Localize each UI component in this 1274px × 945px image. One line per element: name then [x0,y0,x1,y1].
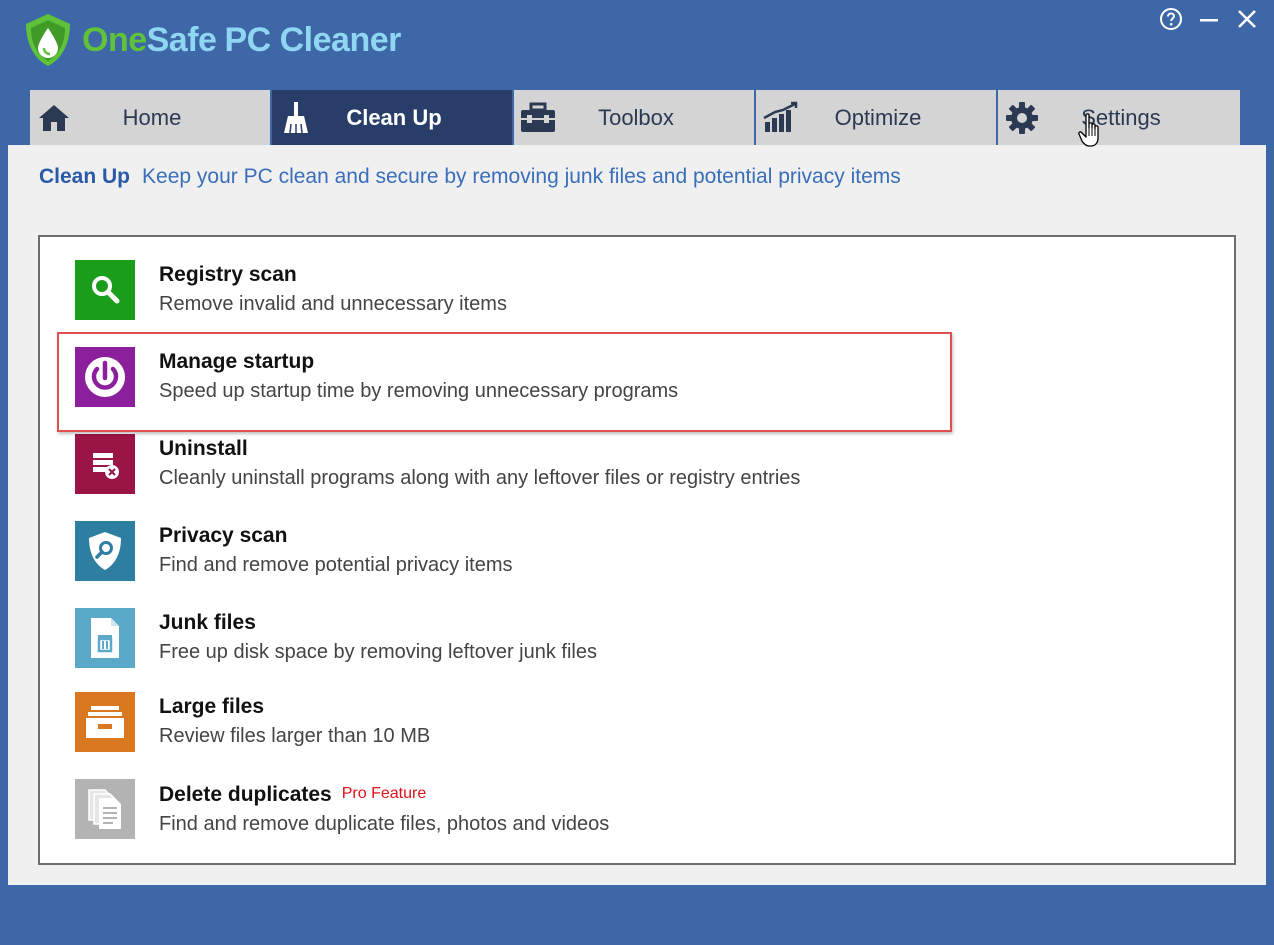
content-area: Clean Up Keep your PC clean and secure by… [8,145,1266,885]
onesafe-logo-icon [26,14,70,66]
list-item-description: Free up disk space by removing leftover … [159,641,597,663]
broom-icon [276,98,316,138]
shield-search-icon [75,521,135,581]
list-item-title: Junk files [159,611,256,634]
list-item-text: Privacy scan Find and remove potential p… [159,522,513,580]
uninstall-icon [75,434,135,494]
list-item-title: Privacy scan [159,524,288,547]
list-item-manage-startup[interactable]: Manage startup Speed up startup time by … [75,342,975,412]
list-item-description: Find and remove potential privacy items [159,554,513,576]
app-title-one: One [82,20,147,59]
list-item-description: Review files larger than 10 MB [159,725,431,747]
hand-cursor-icon [1078,113,1099,147]
cabinet-icon [75,692,135,752]
list-item-title: Large files [159,695,265,718]
page-header: Clean Up Keep your PC clean and secure by… [39,165,901,189]
list-item-title: Uninstall [159,437,248,460]
tab-clean-up-label: Clean Up [346,104,442,130]
app-title: OneSafe PC Cleaner [82,21,401,60]
help-button[interactable] [1158,6,1184,32]
trash-file-icon [75,608,135,668]
home-icon [34,98,74,138]
tab-home[interactable]: Home [30,90,272,145]
minimize-button[interactable] [1196,6,1222,32]
list-item-description: Remove invalid and unnecessary items [159,293,507,315]
minimize-icon [1200,19,1218,22]
chart-bars-icon [760,98,800,138]
list-item-junk-files[interactable]: Junk files Free up disk space by removin… [75,603,975,673]
duplicate-files-icon [75,779,135,839]
list-item-text: Manage startup Speed up startup time by … [159,348,678,406]
app-title-safe: Safe [146,20,217,59]
app-title-pc-cleaner: PC Cleaner [224,20,401,59]
question-circle-icon [1160,8,1182,30]
tab-settings[interactable]: Settings [998,90,1240,145]
list-item-text: Delete duplicates Pro Feature Find and re… [159,780,609,839]
list-item-title: Manage startup [159,350,315,373]
tab-optimize[interactable]: Optimize [756,90,998,145]
list-item-text: Large files Review files larger than 10 … [159,693,430,751]
power-icon [75,347,135,407]
tab-toolbox[interactable]: Toolbox [514,90,756,145]
list-item-title-text: Delete duplicates [159,782,332,806]
page-description: Keep your PC clean and secure by removin… [142,165,901,188]
list-item-text: Junk files Free up disk space by removin… [159,609,597,667]
main-tabs: Home Clean Up Toolbox Optimize Settings [30,90,1240,145]
tab-home-label: Home [122,104,182,130]
list-item-title: Registry scan [159,263,297,286]
list-item-description: Find and remove duplicate files, photos … [159,812,610,835]
tab-optimize-label: Optimize [834,104,922,130]
list-item-text: Uninstall Cleanly uninstall programs alo… [159,435,800,493]
list-item-title: Delete duplicates Pro Feature [159,780,609,809]
list-item-description: Cleanly uninstall programs along with an… [159,467,801,489]
list-item-large-files[interactable]: Large files Review files larger than 10 … [75,687,975,757]
tab-settings-label: Settings [1081,104,1161,130]
list-item-text: Registry scan Remove invalid and unneces… [159,261,507,319]
list-item-description: Speed up startup time by removing unnece… [159,380,679,402]
list-item-delete-duplicates[interactable]: Delete duplicates Pro Feature Find and re… [75,774,975,844]
list-item-uninstall[interactable]: Uninstall Cleanly uninstall programs alo… [75,429,975,499]
close-button[interactable] [1234,6,1260,32]
close-icon [1238,10,1256,28]
tab-toolbox-label: Toolbox [598,104,674,130]
app-header: OneSafe PC Cleaner [0,0,1274,90]
page-title: Clean Up [39,165,131,188]
app-logo: OneSafe PC Cleaner [20,12,401,68]
pro-feature-badge: Pro Feature [341,784,427,802]
window-controls [1158,6,1260,32]
tab-clean-up[interactable]: Clean Up [272,90,514,145]
magnifier-icon [75,260,135,320]
tools-list: Registry scan Remove invalid and unneces… [38,235,1236,865]
list-item-privacy-scan[interactable]: Privacy scan Find and remove potential p… [75,516,975,586]
gear-icon [1002,98,1042,138]
toolbox-icon [518,98,558,138]
list-item-registry-scan[interactable]: Registry scan Remove invalid and unneces… [75,255,975,325]
